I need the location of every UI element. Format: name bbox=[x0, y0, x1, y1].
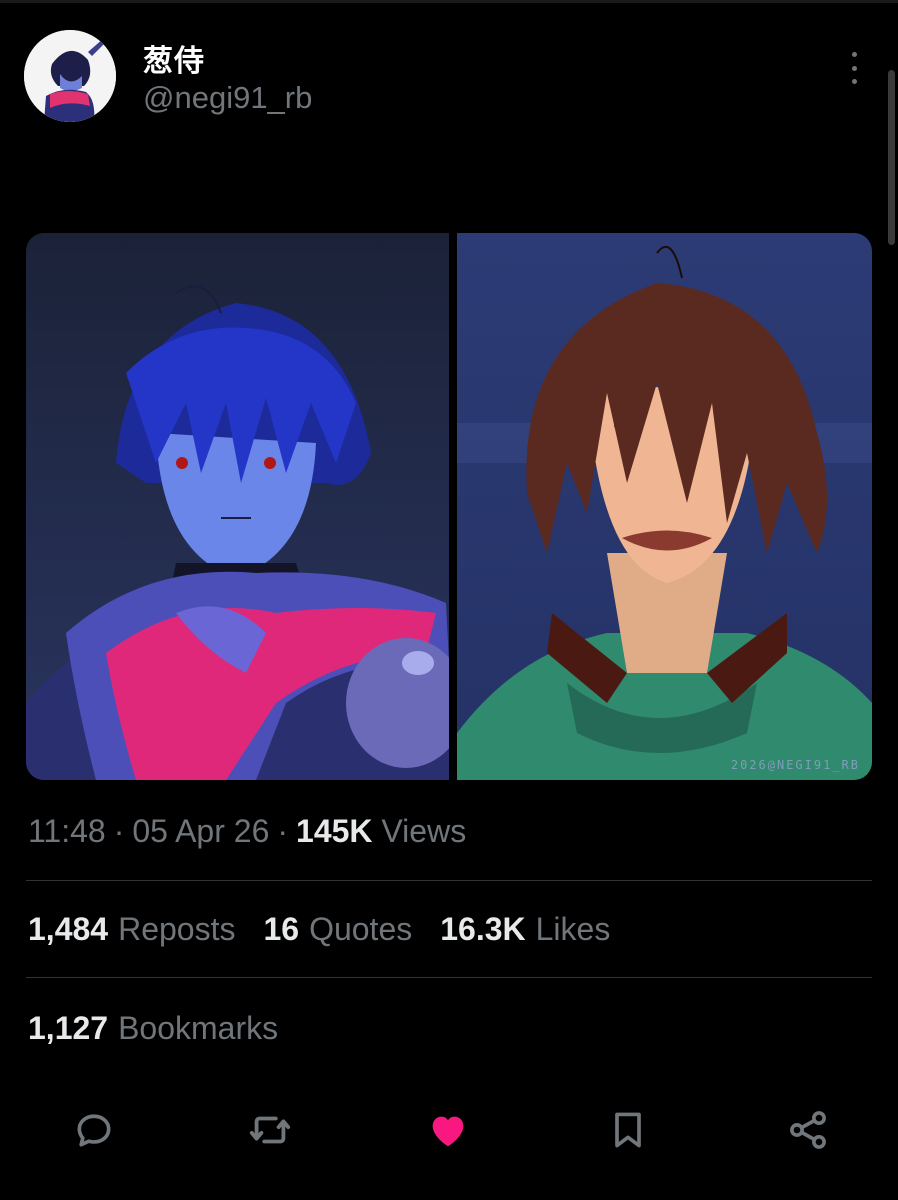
reposts-label: Reposts bbox=[118, 911, 236, 947]
scrollbar-thumb[interactable] bbox=[888, 70, 895, 245]
artwork-right-image[interactable]: 2026@NEGI91_RB bbox=[457, 233, 872, 780]
divider bbox=[26, 880, 872, 881]
action-bar bbox=[0, 1104, 898, 1156]
views-label: Views bbox=[381, 813, 467, 849]
quotes-stat[interactable]: 16 Quotes bbox=[263, 911, 412, 948]
repost-icon bbox=[249, 1116, 291, 1144]
artwork-left-image[interactable] bbox=[26, 233, 449, 780]
bookmark-icon bbox=[615, 1112, 641, 1148]
repost-button[interactable] bbox=[244, 1104, 296, 1156]
heart-icon bbox=[432, 1116, 464, 1147]
divider bbox=[26, 977, 872, 978]
post-meta: 11:48 · 05 Apr 26 · 145K Views bbox=[28, 813, 467, 849]
share-icon bbox=[790, 1111, 826, 1149]
user-handle[interactable]: @negi91_rb bbox=[143, 80, 312, 116]
bookmarks-label: Bookmarks bbox=[118, 1010, 279, 1046]
post-media[interactable]: 2026@NEGI91_RB bbox=[26, 233, 872, 780]
reply-button[interactable] bbox=[68, 1104, 120, 1156]
reply-icon bbox=[77, 1114, 111, 1147]
share-button[interactable] bbox=[782, 1104, 834, 1156]
bookmarks-count: 1,127 bbox=[28, 1010, 109, 1046]
display-name[interactable]: 葱侍 bbox=[143, 36, 205, 80]
quotes-label: Quotes bbox=[309, 911, 413, 947]
watermark: 2026@NEGI91_RB bbox=[730, 758, 860, 772]
quotes-count: 16 bbox=[263, 911, 300, 947]
likes-stat[interactable]: 16.3K Likes bbox=[440, 911, 610, 948]
post-date[interactable]: 05 Apr 26 bbox=[132, 813, 269, 849]
more-options-icon[interactable] bbox=[842, 52, 866, 84]
likes-count: 16.3K bbox=[440, 911, 526, 947]
reposts-count: 1,484 bbox=[28, 911, 109, 947]
avatar[interactable] bbox=[24, 30, 116, 122]
post-time[interactable]: 11:48 bbox=[28, 813, 106, 849]
bookmarks-stat[interactable]: 1,127 Bookmarks bbox=[28, 1010, 278, 1047]
avatar-image bbox=[24, 30, 116, 122]
engagement-stats: 1,484 Reposts 16 Quotes 16.3K Likes bbox=[28, 911, 610, 948]
reposts-stat[interactable]: 1,484 Reposts bbox=[28, 911, 235, 948]
bookmark-button[interactable] bbox=[602, 1104, 654, 1156]
likes-label: Likes bbox=[535, 911, 611, 947]
top-edge-line bbox=[0, 0, 898, 3]
views-count: 145K bbox=[296, 813, 373, 849]
like-button[interactable] bbox=[422, 1104, 474, 1156]
